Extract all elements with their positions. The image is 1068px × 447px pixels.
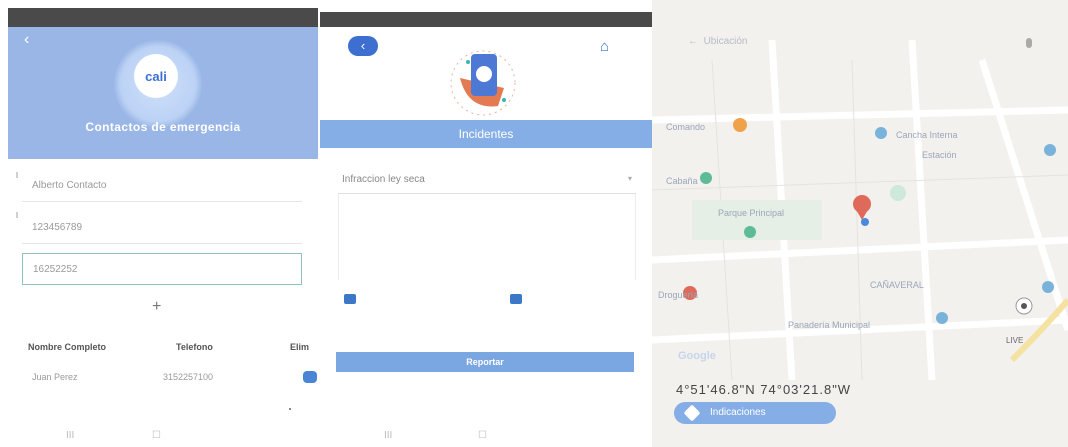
nav-home-icon[interactable]: ☐	[478, 430, 487, 441]
google-logo: Google	[678, 350, 716, 362]
nav-home-icon[interactable]: ☐	[152, 430, 161, 441]
camera-icon[interactable]	[344, 294, 356, 304]
nav-recents-icon[interactable]: III	[66, 430, 74, 441]
page-title: Contactos de emergencia	[85, 120, 241, 134]
microphone-icon[interactable]	[1026, 38, 1032, 48]
home-icon[interactable]: ⌂	[600, 38, 609, 55]
column-header-phone: Telefono	[176, 342, 213, 352]
incidents-screen: ‹ ⌂ Incidentes Infraccion ley seca ▾ Rep…	[318, 0, 652, 447]
directions-button[interactable]: Indicaciones	[674, 402, 836, 424]
active-phone-field[interactable]: 16252252	[22, 253, 302, 285]
delete-contact-button[interactable]	[303, 371, 317, 383]
decor-dot	[289, 408, 291, 410]
status-bar	[320, 12, 652, 27]
live-label: LIVE	[1006, 336, 1024, 345]
row-phone: 3152257100	[163, 372, 214, 382]
incident-description-field[interactable]	[338, 194, 636, 280]
map-search-text: Ubicación	[703, 36, 748, 47]
chevron-down-icon: ▾	[627, 174, 632, 183]
map-label: Cabaña	[666, 176, 698, 186]
name-field[interactable]: Alberto Contacto	[22, 170, 302, 202]
incident-type-select[interactable]: Infraccion ley seca ▾	[338, 168, 636, 194]
back-circle-icon[interactable]: ‹	[348, 36, 378, 56]
field-marker	[16, 172, 18, 178]
map-label: Comando	[666, 122, 706, 132]
map-screen: ← Ubicación Cancha Interna Parque Princi…	[652, 0, 1068, 447]
directions-icon	[683, 404, 701, 422]
contacts-screen: ‹ cali Contactos de emergencia Alberto C…	[0, 0, 318, 447]
back-arrow-icon[interactable]: ‹	[24, 31, 29, 49]
incident-type-value: Infraccion ley seca	[342, 174, 425, 185]
report-button[interactable]: Reportar	[336, 352, 634, 372]
status-bar	[8, 8, 318, 27]
phone-hand-illustration	[450, 50, 516, 116]
map-label: CAÑAVERAL	[870, 280, 924, 290]
field-marker	[16, 212, 18, 218]
phone-field[interactable]: 123456789	[22, 212, 302, 244]
column-header-name: Nombre Completo	[28, 342, 107, 352]
map-pin-red-icon[interactable]	[853, 195, 871, 220]
map-label: Cancha Interna	[896, 130, 958, 140]
map-canvas[interactable]	[652, 0, 1068, 447]
map-label: Estación	[922, 150, 957, 160]
coordinates-readout: 4°51'46.8"N 74°03'21.8"W	[676, 382, 852, 397]
add-contact-button[interactable]: +	[152, 298, 161, 316]
gallery-icon[interactable]	[510, 294, 522, 304]
incidents-banner: Incidentes	[320, 120, 652, 148]
nav-recents-icon[interactable]: III	[384, 430, 392, 441]
map-label: Parque Principal	[718, 208, 785, 218]
directions-label: Indicaciones	[710, 407, 766, 418]
row-name: Juan Perez	[32, 372, 78, 382]
map-label: Panadería Municipal	[788, 320, 871, 330]
column-header-delete: Elim	[290, 342, 310, 352]
map-search-box[interactable]: ← Ubicación	[688, 36, 747, 47]
app-logo: cali	[134, 54, 178, 98]
map-label: Droguería	[658, 290, 699, 300]
